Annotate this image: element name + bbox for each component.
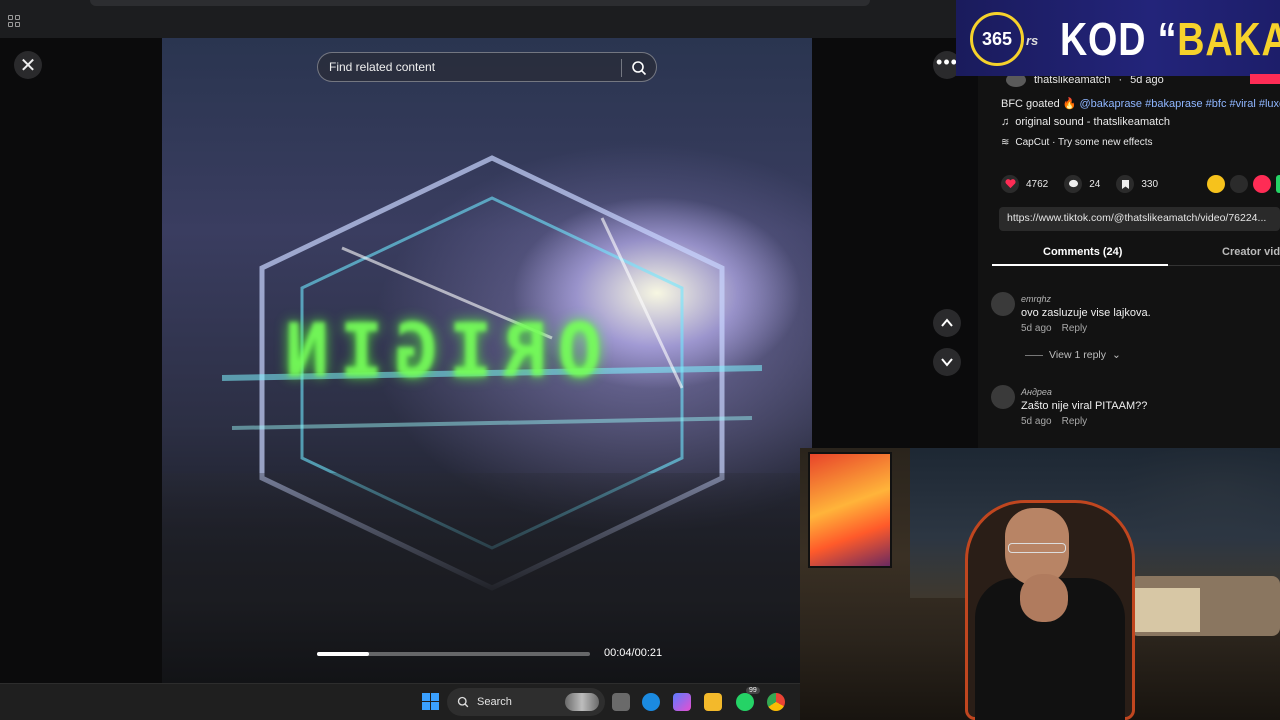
like-button[interactable]: 4762: [1001, 175, 1048, 193]
taskbar-search[interactable]: Search: [447, 688, 605, 716]
comment-meta: 5d ago Reply: [1021, 323, 1087, 334]
caption-hashtags[interactable]: @bakaprase #bakaprase #bfc #viral #luxev…: [1080, 98, 1280, 110]
panel-tabs: Comments (24) Creator vide: [992, 244, 1280, 266]
effect-name[interactable]: CapCut · Try some new effects: [1015, 137, 1152, 148]
apps-grid-icon[interactable]: [8, 15, 20, 27]
close-icon: ✕: [19, 54, 37, 77]
search-divider: [621, 59, 622, 77]
next-video-button[interactable]: [933, 348, 961, 376]
view-replies-button[interactable]: View 1 reply ⌄: [1025, 349, 1121, 361]
comment-icon: [1064, 175, 1083, 193]
chrome-icon[interactable]: [767, 693, 785, 711]
effect-row[interactable]: ≋ CapCut · Try some new effects: [1001, 137, 1152, 148]
save-button[interactable]: 330: [1116, 175, 1158, 193]
comment-avatar[interactable]: [991, 292, 1015, 316]
sound-row[interactable]: ♫ original sound - thatslikeamatch: [1001, 116, 1170, 128]
heart-icon: [1001, 175, 1019, 193]
brand-logo: 365: [970, 12, 1024, 66]
chevron-down-icon: ⌄: [1112, 349, 1121, 361]
stream-banner: 365 rs KOD “BAKA”: [956, 0, 1280, 84]
view-replies-label: View 1 reply: [1049, 349, 1107, 361]
windows-start-icon[interactable]: [422, 693, 439, 710]
search-highlight-image: [565, 693, 599, 711]
copilot-icon[interactable]: [673, 693, 691, 711]
comment-time: 5d ago: [1021, 416, 1052, 427]
bookmark-icon: [1116, 175, 1135, 193]
chevron-up-icon: [941, 318, 953, 327]
reply-button[interactable]: Reply: [1062, 416, 1088, 427]
comment-avatar[interactable]: [991, 385, 1015, 409]
embed-code-icon[interactable]: [1230, 175, 1248, 193]
action-bar: 4762 24 330: [1001, 175, 1174, 193]
tab-creator-videos[interactable]: Creator vide: [1222, 246, 1280, 258]
banner-title: KOD “BAKA”: [1060, 12, 1280, 66]
effect-icon: ≋: [1001, 137, 1010, 148]
tab-comments[interactable]: Comments (24): [1043, 246, 1122, 258]
follow-tag[interactable]: [1250, 77, 1280, 83]
post-caption: BFC goated 🔥 @bakaprase #bakaprase #bfc …: [1001, 97, 1280, 110]
comment-username[interactable]: Андреа: [1021, 387, 1052, 397]
video-progress-fill: [317, 652, 369, 656]
share-yellow-icon[interactable]: [1207, 175, 1225, 193]
share-red-icon[interactable]: [1253, 175, 1271, 193]
video-progress-bar[interactable]: [317, 652, 590, 656]
video-neon-text: ORIGIN: [274, 308, 602, 394]
comment-button[interactable]: 24: [1064, 175, 1100, 193]
banner-title-prefix: KOD “: [1060, 13, 1178, 65]
share-icons: [1207, 175, 1280, 193]
banner-title-highlight: BAKA: [1177, 13, 1280, 65]
related-content-search[interactable]: [317, 52, 657, 82]
webcam-tv: [808, 452, 892, 568]
whatsapp-icon[interactable]: [736, 693, 754, 711]
comment-text: Zašto nije viral PITAAM??: [1021, 400, 1148, 412]
save-count: 330: [1141, 178, 1159, 190]
comment-username[interactable]: emrqhz: [1021, 294, 1051, 304]
reply-line: [1025, 354, 1043, 356]
comment-count: 24: [1089, 178, 1101, 190]
like-count: 4762: [1026, 178, 1049, 190]
active-tab-indicator: [992, 264, 1168, 266]
search-input[interactable]: [329, 60, 609, 74]
comment-time: 5d ago: [1021, 323, 1052, 334]
caption-text: BFC goated 🔥: [1001, 98, 1080, 110]
webcam-feed: [800, 448, 1280, 720]
notification-badge: 99: [746, 687, 760, 694]
file-explorer-icon[interactable]: [704, 693, 722, 711]
sound-name[interactable]: original sound - thatslikeamatch: [1015, 116, 1170, 128]
close-button[interactable]: ✕: [14, 51, 42, 79]
task-view-icon[interactable]: [612, 693, 630, 711]
search-icon[interactable]: [631, 60, 647, 76]
comment-meta: 5d ago Reply: [1021, 416, 1087, 427]
taskbar: Search 99: [0, 683, 800, 720]
reply-button[interactable]: Reply: [1062, 323, 1088, 334]
video-timecode: 00:04/00:21: [604, 647, 663, 659]
webcam-person-glasses: [1008, 543, 1066, 553]
chevron-down-icon: [941, 358, 953, 367]
share-whatsapp-icon[interactable]: [1276, 175, 1280, 193]
browser-top-bar: [0, 0, 960, 38]
comment-text: ovo zasluzuje vise lajkova.: [1021, 307, 1151, 319]
webcam-person-hand: [1020, 574, 1068, 622]
video-link-field[interactable]: https://www.tiktok.com/@thatslikeamatch/…: [999, 207, 1280, 231]
search-icon: [457, 696, 469, 708]
edge-browser-icon[interactable]: [642, 693, 660, 711]
music-note-icon: ♫: [1001, 116, 1010, 128]
previous-video-button[interactable]: [933, 309, 961, 337]
brand-logo-suffix: rs: [1026, 33, 1039, 48]
video-player[interactable]: ORIGIN: [162, 38, 812, 683]
browser-tab-strip: [90, 0, 870, 6]
more-icon: •••: [936, 52, 958, 72]
taskbar-search-label: Search: [477, 696, 512, 708]
